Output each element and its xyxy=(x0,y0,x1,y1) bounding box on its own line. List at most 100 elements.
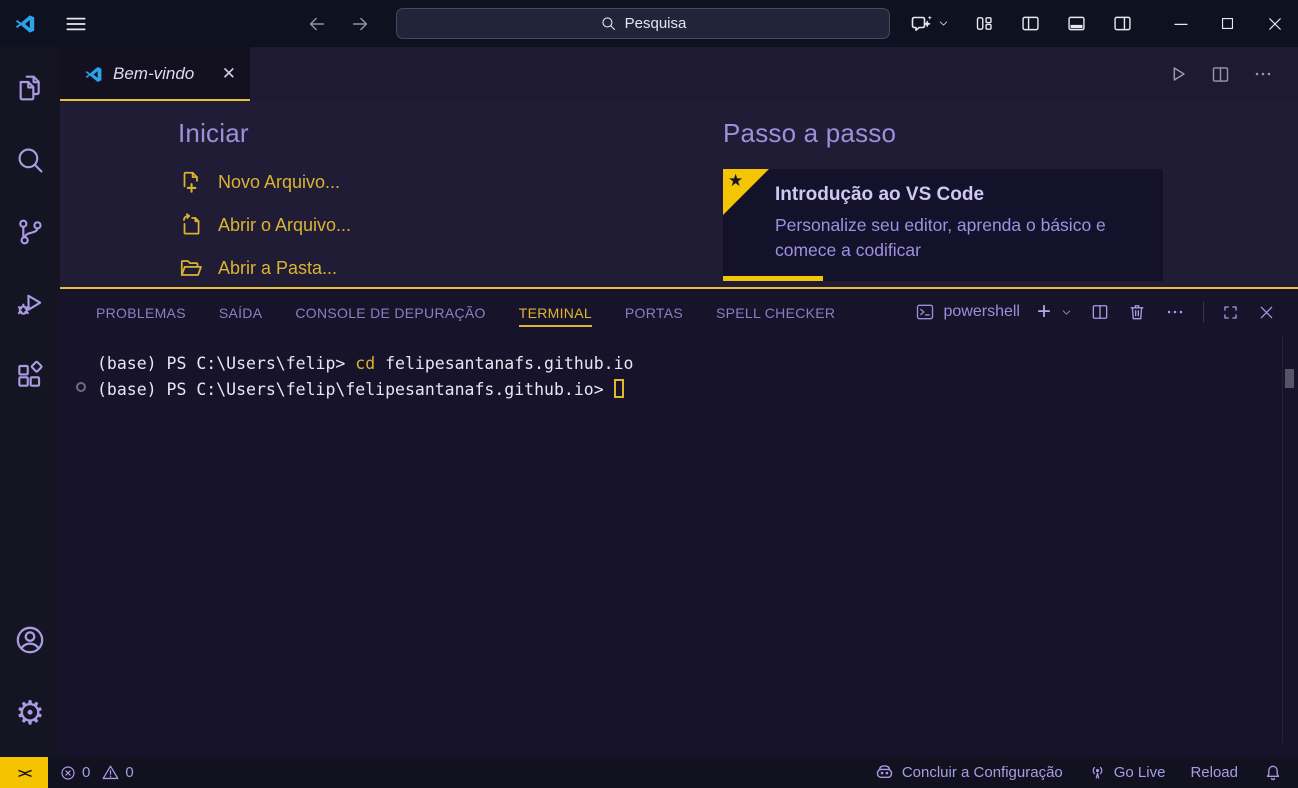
explorer-icon[interactable] xyxy=(0,57,60,119)
window-minimize-button[interactable] xyxy=(1157,0,1204,47)
panel-tabs: PROBLEMAS SAÍDA CONSOLE DE DEPURAÇÃO TER… xyxy=(96,291,835,333)
panel-tab-spell-checker[interactable]: SPELL CHECKER xyxy=(716,291,835,333)
new-terminal-icon[interactable]: + xyxy=(1037,300,1051,324)
vscode-window: Pesquisa xyxy=(0,0,1298,788)
start-links: Novo Arquivo... Abrir o Arquivo... xyxy=(178,169,351,281)
reload-item[interactable]: Reload xyxy=(1190,764,1238,781)
activity-bar: ⚙ xyxy=(0,47,60,757)
remote-icon: >< xyxy=(18,765,30,781)
more-actions-icon[interactable] xyxy=(1252,63,1274,85)
search-icon xyxy=(600,15,617,32)
maximize-panel-icon[interactable] xyxy=(1221,303,1240,322)
split-editor-icon[interactable] xyxy=(1210,64,1231,85)
gear-glyph: ⚙ xyxy=(15,696,45,729)
tab-close-icon[interactable]: ✕ xyxy=(218,64,240,84)
run-button[interactable] xyxy=(1167,63,1189,85)
panel-actions-divider xyxy=(1203,302,1204,322)
kill-terminal-icon[interactable] xyxy=(1127,302,1147,322)
reload-label: Reload xyxy=(1190,764,1238,781)
panel-header: PROBLEMAS SAÍDA CONSOLE DE DEPURAÇÃO TER… xyxy=(60,289,1298,335)
warning-count: 0 xyxy=(125,764,133,781)
shell-selector[interactable]: powershell xyxy=(915,302,1020,322)
title-bar: Pesquisa xyxy=(0,0,1298,47)
walkthrough-card-description: Personalize seu editor, aprenda o básico… xyxy=(775,213,1145,263)
open-folder-link[interactable]: Abrir a Pasta... xyxy=(178,255,351,281)
run-debug-icon[interactable] xyxy=(0,273,60,335)
command-center-search[interactable]: Pesquisa xyxy=(396,8,890,39)
new-file-icon xyxy=(178,169,204,195)
terminal-scrollbar-track xyxy=(1282,335,1283,743)
panel-tab-debug-console[interactable]: CONSOLE DE DEPURAÇÃO xyxy=(295,291,485,333)
go-live-item[interactable]: Go Live xyxy=(1088,763,1166,782)
terminal-dropdown-icon[interactable] xyxy=(1060,306,1073,319)
shell-label: powershell xyxy=(944,303,1020,321)
terminal-icon xyxy=(915,302,935,322)
close-panel-icon[interactable] xyxy=(1257,303,1276,322)
terminal-scrollbar-thumb[interactable] xyxy=(1285,369,1294,388)
open-file-link[interactable]: Abrir o Arquivo... xyxy=(178,212,351,238)
walkthrough-heading: Passo a passo xyxy=(723,118,1163,149)
navigate-back-icon[interactable] xyxy=(306,0,328,47)
copilot-menu[interactable] xyxy=(910,12,950,36)
tab-vscode-icon xyxy=(84,65,103,84)
window-close-button[interactable] xyxy=(1251,0,1298,47)
search-sidebar-icon[interactable] xyxy=(0,129,60,191)
toggle-panel-icon[interactable] xyxy=(1066,13,1087,34)
account-icon[interactable] xyxy=(0,609,60,671)
open-file-label: Abrir o Arquivo... xyxy=(218,215,351,236)
split-terminal-icon[interactable] xyxy=(1090,302,1110,322)
window-maximize-button[interactable] xyxy=(1204,0,1251,47)
walkthrough-progress-bar xyxy=(723,276,823,281)
toggle-secondary-sidebar-icon[interactable] xyxy=(1112,13,1133,34)
notifications-item[interactable] xyxy=(1263,763,1283,783)
start-heading: Iniciar xyxy=(178,118,351,149)
panel-tab-ports[interactable]: PORTAS xyxy=(625,291,683,333)
new-file-link[interactable]: Novo Arquivo... xyxy=(178,169,351,195)
walkthrough-card-title: Introdução ao VS Code xyxy=(775,184,1145,206)
extensions-icon[interactable] xyxy=(0,345,60,407)
toggle-sidebar-icon[interactable] xyxy=(1020,13,1041,34)
title-bar-left xyxy=(0,0,89,47)
command-decoration-icon[interactable] xyxy=(76,382,86,392)
tab-welcome[interactable]: Bem-vindo ✕ xyxy=(60,47,250,101)
terminal-cursor xyxy=(614,379,624,398)
editor-actions xyxy=(1167,47,1298,101)
terminal-view[interactable]: (base) PS C:\Users\felip> cd felipesanta… xyxy=(60,335,1298,757)
hamburger-menu-icon[interactable] xyxy=(63,11,89,37)
welcome-page: Iniciar Novo Arquivo... xyxy=(60,101,1298,287)
panel-tab-output[interactable]: SAÍDA xyxy=(219,291,263,333)
walkthrough-section: Passo a passo ★ Introdução ao VS Code Pe… xyxy=(723,118,1163,281)
problems-status[interactable]: 0 0 xyxy=(59,763,134,782)
warning-icon xyxy=(101,763,120,782)
copilot-chat-icon xyxy=(910,12,934,36)
remote-indicator[interactable]: >< xyxy=(0,757,48,788)
editor-group: Bem-vindo ✕ Iniciar xyxy=(60,47,1298,757)
panel-tab-problems[interactable]: PROBLEMAS xyxy=(96,291,186,333)
broadcast-icon xyxy=(1088,763,1107,782)
go-live-label: Go Live xyxy=(1114,764,1166,781)
panel-more-actions-icon[interactable] xyxy=(1164,301,1186,323)
status-bar: >< 0 0 Concluir xyxy=(0,757,1298,788)
settings-gear-icon[interactable]: ⚙ xyxy=(0,681,60,743)
error-icon xyxy=(59,764,77,782)
chevron-down-icon xyxy=(937,17,950,30)
panel-tab-terminal[interactable]: TERMINAL xyxy=(519,291,592,333)
bottom-panel: PROBLEMAS SAÍDA CONSOLE DE DEPURAÇÃO TER… xyxy=(60,289,1298,757)
copilot-face-icon xyxy=(874,762,895,783)
finish-setup-item[interactable]: Concluir a Configuração xyxy=(874,762,1063,783)
walkthrough-card-body: Introdução ao VS Code Personalize seu ed… xyxy=(723,169,1163,263)
finish-setup-label: Concluir a Configuração xyxy=(902,764,1063,781)
terminal-line: (base) PS C:\Users\felip\felipesantanafs… xyxy=(97,377,1298,403)
search-placeholder: Pesquisa xyxy=(625,15,687,32)
star-icon: ★ xyxy=(728,171,743,191)
panel-actions: powershell + xyxy=(915,289,1298,335)
title-bar-right xyxy=(910,0,1298,47)
navigate-forward-icon[interactable] xyxy=(349,0,371,47)
walkthrough-card[interactable]: ★ Introdução ao VS Code Personalize seu … xyxy=(723,169,1163,281)
layout-controls xyxy=(974,13,1133,34)
customize-layout-icon[interactable] xyxy=(974,13,995,34)
tab-label: Bem-vindo xyxy=(113,64,208,84)
error-count: 0 xyxy=(82,764,90,781)
source-control-icon[interactable] xyxy=(0,201,60,263)
status-bar-right: Concluir a Configuração Go Live Reload xyxy=(874,762,1298,783)
